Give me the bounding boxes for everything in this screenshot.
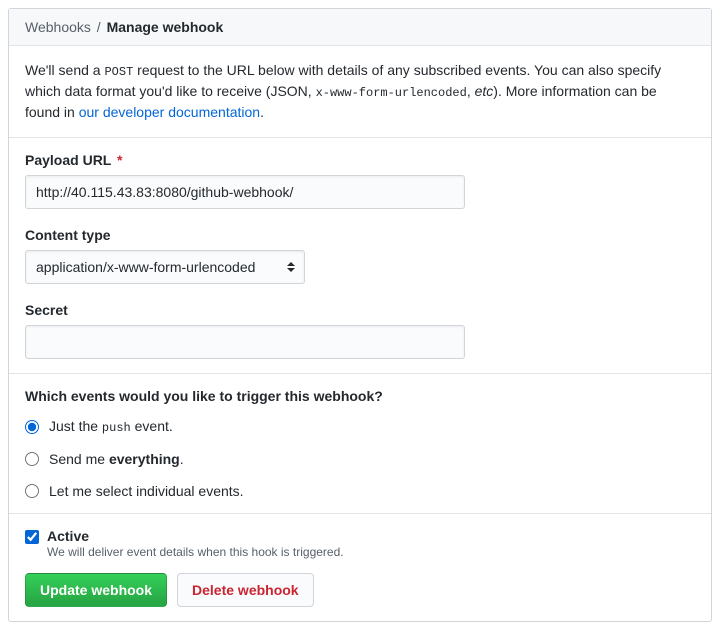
active-note: We will deliver event details when this … [47,545,344,559]
event-radio-push[interactable] [25,420,39,434]
fields-section: Payload URL * Content type application/x… [9,138,711,374]
content-type-group: Content type application/x-www-form-urle… [25,227,695,284]
secret-label: Secret [25,302,695,318]
urlencoded-code: x-www-form-urlencoded [316,86,467,100]
event-label-individual: Let me select individual events. [49,483,244,499]
required-asterisk: * [117,152,122,168]
event-label-push: Just the push event. [49,418,173,435]
button-row: Update webhook Delete webhook [25,573,695,607]
breadcrumb-current: Manage webhook [107,19,224,35]
update-webhook-button[interactable]: Update webhook [25,573,167,607]
events-section: Which events would you like to trigger t… [9,374,711,514]
secret-group: Secret [25,302,695,359]
content-type-label: Content type [25,227,695,243]
footer-section: Active We will deliver event details whe… [9,514,711,621]
event-option-push[interactable]: Just the push event. [25,418,695,435]
events-title: Which events would you like to trigger t… [25,388,695,404]
active-checkbox[interactable] [25,530,39,544]
breadcrumb-parent[interactable]: Webhooks [25,19,91,35]
post-code: POST [104,65,133,79]
event-option-everything[interactable]: Send me everything. [25,451,695,467]
event-label-everything: Send me everything. [49,451,184,467]
breadcrumb: Webhooks / Manage webhook [9,9,711,46]
secret-input[interactable] [25,325,465,359]
webhook-settings-panel: Webhooks / Manage webhook We'll send a P… [8,8,712,622]
event-radio-individual[interactable] [25,484,39,498]
event-radio-everything[interactable] [25,452,39,466]
active-label: Active [47,528,344,544]
docs-link[interactable]: our developer documentation [79,104,260,120]
payload-url-input[interactable] [25,175,465,209]
active-row[interactable]: Active We will deliver event details whe… [25,528,695,559]
intro-section: We'll send a POST request to the URL bel… [9,46,711,138]
payload-url-group: Payload URL * [25,152,695,209]
event-option-individual[interactable]: Let me select individual events. [25,483,695,499]
breadcrumb-separator: / [97,19,101,35]
delete-webhook-button[interactable]: Delete webhook [177,573,314,607]
content-type-select[interactable]: application/x-www-form-urlencoded [25,250,305,284]
intro-text: We'll send a POST request to the URL bel… [25,60,695,123]
payload-url-label: Payload URL * [25,152,695,168]
